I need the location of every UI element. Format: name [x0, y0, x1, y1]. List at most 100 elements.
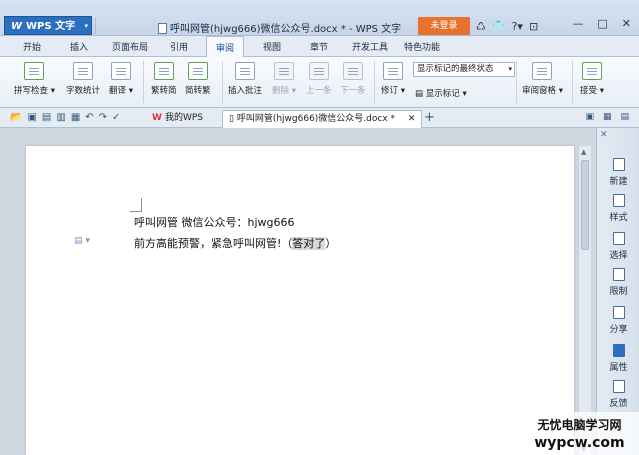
quick-access-toolbar: 📂 ▣ ▤ ▥ ▦ ↶ ↷ ✓ [10, 112, 120, 123]
feedback-icon [612, 380, 625, 393]
divider [143, 61, 144, 103]
trad-to-simp-button[interactable]: 繁转简 [151, 62, 177, 96]
track-changes-icon [382, 62, 403, 80]
document-workspace: 呼叫网管 微信公众号：hjwg666 ▤ ▾ 前方高能预警，紧急呼叫网管!（答对… [0, 128, 596, 455]
tab-bar-tools: ▣ ▦ ▤ [585, 112, 629, 122]
tab-review[interactable]: 审阅 [206, 36, 245, 58]
watermark-line-1: 无忧电脑学习网 [537, 418, 622, 432]
paragraph-menu-icon[interactable]: ▤ ▾ [74, 236, 90, 246]
panel-item-share[interactable]: 分享 [597, 306, 639, 335]
tab-page-layout[interactable]: 页面布局 [112, 40, 148, 53]
chevron-down-icon: ▾ [84, 22, 88, 30]
page-margin-corner [130, 198, 142, 212]
panel-item-restrict[interactable]: 限制 [597, 268, 639, 297]
tab-my-wps[interactable]: W 我的WPS [146, 110, 209, 128]
word-count-button[interactable]: 字数统计 [66, 62, 100, 96]
accept-button[interactable]: 接受 ▾ [580, 62, 604, 96]
help-icon[interactable]: ?▾ [512, 20, 523, 33]
site-watermark: 无忧电脑学习网 wypcw.com [520, 412, 639, 455]
print-preview-icon[interactable]: ▥ [56, 112, 65, 123]
shirt-icon[interactable]: 👕 [492, 20, 506, 33]
document-page[interactable]: 呼叫网管 微信公众号：hjwg666 ▤ ▾ 前方高能预警，紧急呼叫网管!（答对… [26, 146, 574, 455]
tab-list-icon[interactable]: ▣ [585, 112, 594, 122]
print-icon[interactable]: ▤ [42, 112, 51, 123]
panel-item-styles[interactable]: 样式 [597, 194, 639, 223]
simp-to-trad-button[interactable]: 简转繁 [185, 62, 211, 96]
document-icon [158, 23, 167, 34]
accept-icon [581, 62, 602, 80]
ribbon-tabs: 开始 插入 页面布局 引用 审阅 视图 章节 开发工具 特色功能 [0, 36, 639, 58]
panel-item-feedback[interactable]: 反馈 [597, 380, 639, 409]
properties-icon [612, 344, 625, 357]
tab-special-features[interactable]: 特色功能 [404, 40, 440, 53]
document-icon: ▯ [229, 114, 234, 124]
window-mode-icon[interactable]: ▤ [620, 112, 629, 122]
save-icon[interactable]: ▣ [27, 112, 36, 123]
document-line-1[interactable]: 呼叫网管 微信公众号：hjwg666 [134, 214, 295, 230]
restrict-icon [612, 268, 625, 281]
markup-display-select[interactable]: 显示标记的最终状态 ▾ [413, 62, 515, 77]
translate-button[interactable]: 翻译 ▾ [109, 62, 133, 96]
task-pane-sidebar: 新建 样式 选择 限制 分享 属性 反馈 [596, 128, 639, 455]
close-icon[interactable]: ✕ [622, 17, 631, 30]
export-pdf-icon[interactable]: ▦ [71, 112, 80, 123]
chevron-down-icon: ▾ [508, 65, 512, 73]
review-pane-icon [532, 62, 553, 80]
document-tab-bar: 📂 ▣ ▤ ▥ ▦ ↶ ↷ ✓ W 我的WPS ▯ 呼叫网管(hjwg666)微信… [0, 108, 639, 128]
tab-references[interactable]: 引用 [170, 40, 188, 53]
scrollbar-thumb[interactable] [581, 160, 589, 250]
restore-icon[interactable]: □ [597, 17, 607, 30]
track-changes-button[interactable]: 修订 ▾ [381, 62, 405, 96]
wps-app-menu-button[interactable]: W WPS 文字 ▾ [4, 16, 92, 35]
document-title: 呼叫网管(hjwg666)微信公众号.docx * - WPS 文字 [158, 20, 401, 35]
delete-comment-button[interactable]: 删除 ▾ [272, 62, 296, 96]
spell-check-icon [24, 62, 45, 80]
tab-home[interactable]: 开始 [23, 40, 41, 53]
insert-comment-button[interactable]: 插入批注 [228, 62, 262, 96]
title-icons: ♺ 👕 ?▾ ⊡ [476, 18, 538, 34]
vertical-scrollbar[interactable]: ▲ ▼ [578, 146, 591, 455]
login-button[interactable]: 未登录 [418, 17, 470, 35]
scroll-up-icon[interactable]: ▲ [581, 148, 586, 156]
collapse-ribbon-icon[interactable]: ⊡ [529, 20, 538, 33]
divider [516, 61, 517, 103]
spell-check-button[interactable]: 拼写检查 ▾ [14, 62, 55, 96]
window-controls: — □ ✕ [572, 17, 631, 30]
tab-current-document[interactable]: ▯ 呼叫网管(hjwg666)微信公众号.docx * ✕ [222, 110, 423, 128]
simp-to-trad-icon [187, 62, 208, 80]
styles-icon [612, 194, 625, 207]
show-markup-button[interactable]: ▤ 显示标记 ▾ [415, 87, 467, 99]
close-panel-icon[interactable]: ✕ [600, 130, 608, 140]
panel-item-new[interactable]: 新建 [597, 158, 639, 187]
previous-comment-button[interactable]: 上一条 [306, 62, 332, 96]
review-pane-button[interactable]: 审阅窗格 ▾ [522, 62, 563, 96]
selected-text[interactable]: 答对了 [292, 237, 326, 250]
redo-icon[interactable]: ↷ [99, 112, 107, 123]
tab-developer[interactable]: 开发工具 [352, 40, 388, 53]
watermark-line-2: wypcw.com [534, 435, 625, 451]
tab-chapter[interactable]: 章节 [310, 40, 328, 53]
document-line-2[interactable]: 前方高能预警，紧急呼叫网管!（答对了） [134, 235, 336, 251]
undo-icon[interactable]: ↶ [85, 112, 93, 123]
minimize-icon[interactable]: — [572, 17, 583, 30]
translate-icon [110, 62, 131, 80]
skin-icon[interactable]: ♺ [476, 20, 486, 33]
title-bar: W WPS 文字 ▾ 呼叫网管(hjwg666)微信公众号.docx * - WP… [0, 0, 639, 36]
wps-writer-window: W WPS 文字 ▾ 呼叫网管(hjwg666)微信公众号.docx * - WP… [0, 0, 639, 455]
tab-view[interactable]: 视图 [263, 40, 281, 53]
new-tab-button[interactable]: + [424, 110, 435, 125]
pin-icon[interactable]: ✓ [112, 112, 120, 123]
close-tab-icon[interactable]: ✕ [408, 114, 416, 124]
word-count-icon [73, 62, 93, 80]
next-comment-icon [342, 62, 363, 80]
panel-item-select[interactable]: 选择 [597, 232, 639, 261]
tab-menu-icon[interactable]: ▦ [603, 112, 612, 122]
next-comment-button[interactable]: 下一条 [340, 62, 366, 96]
divider [95, 18, 96, 34]
open-folder-icon[interactable]: 📂 [10, 112, 22, 123]
show-markup-icon: ▤ [415, 89, 424, 99]
panel-item-properties[interactable]: 属性 [597, 344, 639, 373]
delete-comment-icon [273, 62, 294, 80]
tab-insert[interactable]: 插入 [70, 40, 88, 53]
insert-comment-icon [235, 62, 255, 80]
